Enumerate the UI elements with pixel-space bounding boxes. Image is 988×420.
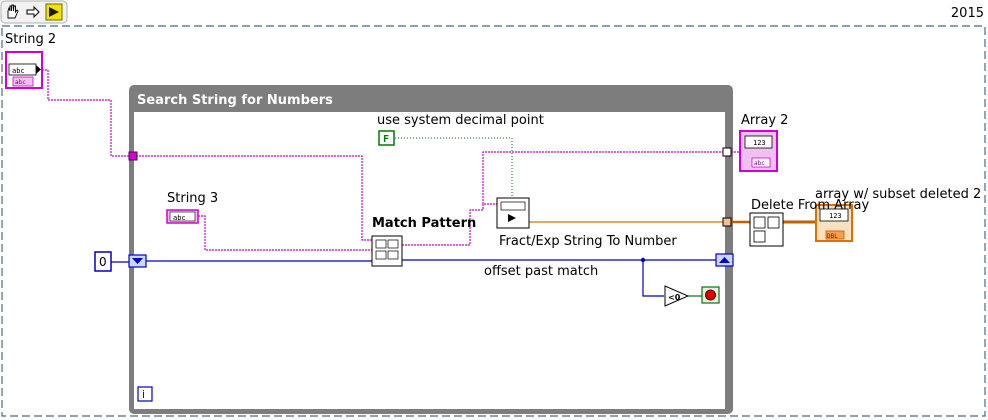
zero-constant-text: 0 (99, 255, 107, 269)
string2-wire (42, 69, 133, 157)
array-subset-glyph: 123 (829, 212, 842, 220)
match-pattern-glyph-box3 (375, 250, 387, 260)
array-subset-sub: DBL (827, 233, 838, 240)
match-pattern-glyph-box2 (387, 239, 399, 249)
offset-past-match-label: offset past match (484, 264, 599, 279)
wire-junction (640, 257, 646, 263)
string3-label: String 3 (167, 191, 219, 206)
toolbar-icons (0, 0, 68, 24)
loop-title: Search String for Numbers (137, 93, 333, 108)
version-label: 2015 (950, 6, 984, 21)
stop-icon (705, 289, 716, 301)
match-pattern-label: Match Pattern (372, 216, 477, 231)
delete-array-glyph-box2 (767, 216, 780, 229)
decimal-point-label: use system decimal point (377, 113, 544, 128)
fract-exp-label: Fract/Exp String To Number (499, 234, 677, 249)
match-pattern-glyph-box (375, 239, 387, 249)
match-pattern-glyph-box4 (387, 250, 399, 260)
array2-label: Array 2 (741, 113, 789, 128)
iteration-terminal-text: i (142, 388, 145, 401)
dbl-tunnel-out (722, 217, 732, 227)
less-than-zero-text: <0 (668, 293, 681, 302)
delete-array-glyph-box3 (753, 230, 766, 243)
string2-sub: abc (15, 79, 26, 86)
false-constant-text: F (383, 134, 389, 145)
fract-exp-glyph-box (500, 201, 526, 211)
array2-glyph: 123 (753, 139, 766, 147)
string-tunnel-in (128, 151, 138, 161)
array2-sub: abc (754, 160, 765, 167)
string2-label: String 2 (5, 32, 57, 47)
run-arrow-icon[interactable] (45, 3, 63, 21)
delete-from-array-label: Delete From Array (751, 198, 870, 213)
string3-glyph: abc (173, 214, 186, 222)
array2-tunnel-out (722, 147, 732, 157)
delete-array-glyph-box (753, 216, 766, 229)
string2-glyph: abc (12, 67, 25, 75)
toolbar (0, 0, 68, 24)
